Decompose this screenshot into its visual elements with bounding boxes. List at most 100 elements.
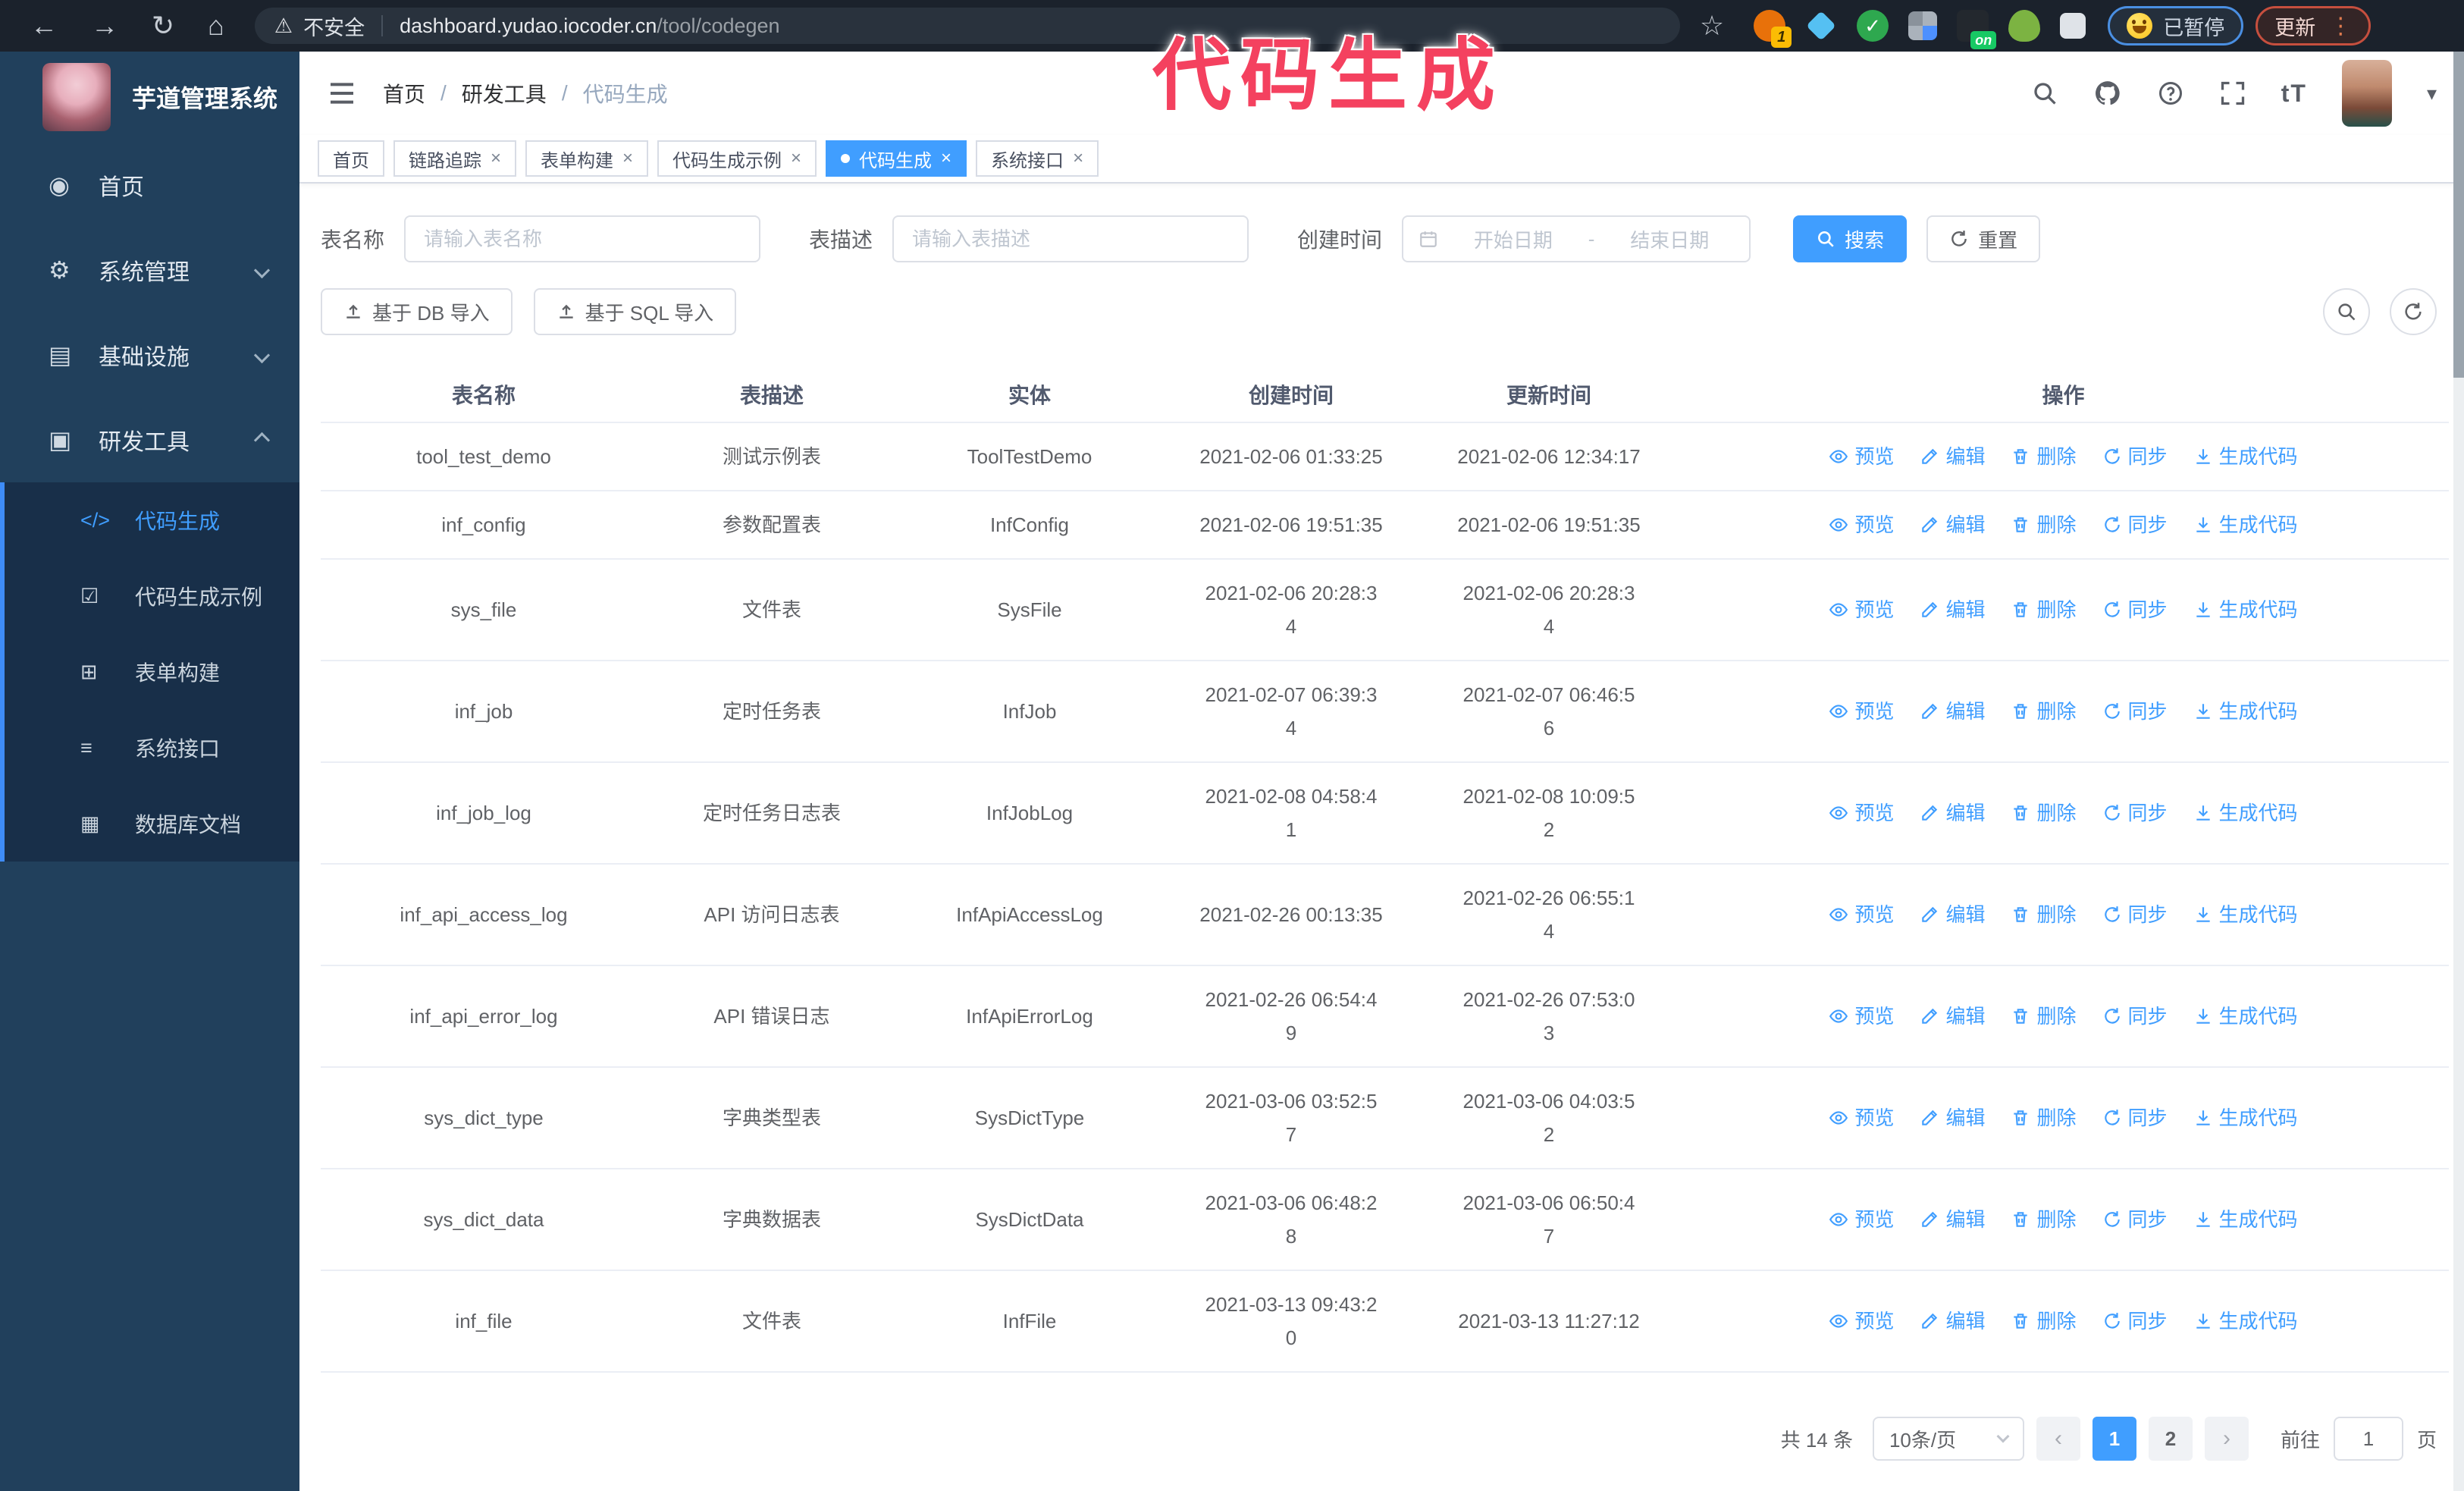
edit-action[interactable]: 编辑: [1920, 695, 1985, 728]
generate-code-action[interactable]: 生成代码: [2193, 1000, 2298, 1033]
reset-button[interactable]: 重置: [1926, 215, 2041, 262]
extension-diamond-icon[interactable]: [1805, 10, 1837, 42]
tag-system-api[interactable]: 系统接口 ×: [976, 140, 1099, 177]
breadcrumb-dev-tools[interactable]: 研发工具: [462, 78, 547, 108]
edit-action[interactable]: 编辑: [1920, 796, 1985, 830]
forward-icon[interactable]: →: [91, 10, 118, 42]
sidebar-subitem-form-builder[interactable]: ⊞ 表单构建: [5, 634, 299, 710]
browser-menu-dots-icon[interactable]: ⋮: [2329, 13, 2352, 39]
delete-action[interactable]: 删除: [2011, 1203, 2077, 1236]
extension-green-icon[interactable]: [2008, 10, 2041, 42]
sync-action[interactable]: 同步: [2102, 593, 2168, 626]
close-icon[interactable]: ×: [622, 148, 633, 169]
sidebar-subitem-database-doc[interactable]: ▦ 数据库文档: [5, 786, 299, 862]
preview-action[interactable]: 预览: [1829, 1000, 1894, 1033]
user-avatar[interactable]: [2341, 60, 2392, 127]
preview-action[interactable]: 预览: [1829, 695, 1894, 728]
prev-page-button[interactable]: ‹: [2036, 1417, 2080, 1461]
sidebar-subitem-system-api[interactable]: ≡ 系统接口: [5, 710, 299, 786]
next-page-button[interactable]: ›: [2204, 1417, 2249, 1461]
goto-page-input[interactable]: [2333, 1417, 2403, 1461]
bookmark-star-icon[interactable]: ☆: [1700, 10, 1724, 42]
fullscreen-icon[interactable]: [2219, 80, 2246, 107]
extension-orange-icon[interactable]: 1: [1754, 10, 1792, 48]
text-size-icon[interactable]: tT: [2281, 80, 2307, 108]
delete-action[interactable]: 删除: [2011, 796, 2077, 830]
sidebar-logo[interactable]: 芋道管理系统: [0, 52, 299, 143]
preview-action[interactable]: 预览: [1829, 1101, 1894, 1135]
preview-action[interactable]: 预览: [1829, 440, 1894, 473]
tag-code-generation[interactable]: 代码生成 ×: [826, 140, 967, 177]
sync-action[interactable]: 同步: [2102, 1000, 2168, 1033]
reload-icon[interactable]: ↻: [152, 10, 174, 42]
profile-paused-button[interactable]: 已暂停: [2108, 6, 2244, 46]
close-icon[interactable]: ×: [491, 148, 501, 169]
help-icon[interactable]: [2157, 80, 2184, 107]
search-button[interactable]: 搜索: [1793, 215, 1908, 262]
page-size-select[interactable]: 10条/页: [1872, 1417, 2024, 1461]
sync-action[interactable]: 同步: [2102, 898, 2168, 931]
breadcrumb-home[interactable]: 首页: [383, 78, 425, 108]
preview-action[interactable]: 预览: [1829, 508, 1894, 541]
sync-action[interactable]: 同步: [2102, 1203, 2168, 1236]
tag-trace[interactable]: 链路追踪 ×: [393, 140, 517, 177]
close-icon[interactable]: ×: [1073, 148, 1083, 169]
delete-action[interactable]: 删除: [2011, 898, 2077, 931]
close-icon[interactable]: ×: [791, 148, 801, 169]
end-date-placeholder[interactable]: 结束日期: [1605, 225, 1734, 253]
generate-code-action[interactable]: 生成代码: [2193, 1203, 2298, 1236]
sidebar-item-system-management[interactable]: ⚙ 系统管理: [0, 228, 299, 312]
generate-code-action[interactable]: 生成代码: [2193, 508, 2298, 541]
preview-action[interactable]: 预览: [1829, 593, 1894, 626]
avatar-caret-down-icon[interactable]: ▾: [2427, 82, 2437, 105]
import-sql-button[interactable]: 基于 SQL 导入: [533, 288, 737, 335]
extension-grid-icon[interactable]: [1908, 11, 1938, 40]
sidebar-subitem-codegen-example[interactable]: ☑ 代码生成示例: [5, 558, 299, 634]
edit-action[interactable]: 编辑: [1920, 440, 1985, 473]
edit-action[interactable]: 编辑: [1920, 508, 1985, 541]
address-bar[interactable]: ⚠ 不安全 dashboard.yudao.iocoder.cn/tool/co…: [254, 8, 1680, 44]
tag-form-builder[interactable]: 表单构建 ×: [525, 140, 649, 177]
table-name-input[interactable]: [404, 215, 761, 262]
back-icon[interactable]: ←: [30, 10, 58, 42]
extension-check-icon[interactable]: ✓: [1857, 10, 1889, 42]
delete-action[interactable]: 删除: [2011, 1101, 2077, 1135]
generate-code-action[interactable]: 生成代码: [2193, 898, 2298, 931]
sync-action[interactable]: 同步: [2102, 1304, 2168, 1338]
generate-code-action[interactable]: 生成代码: [2193, 440, 2298, 473]
tag-codegen-example[interactable]: 代码生成示例 ×: [657, 140, 817, 177]
edit-action[interactable]: 编辑: [1920, 1101, 1985, 1135]
sync-action[interactable]: 同步: [2102, 695, 2168, 728]
import-db-button[interactable]: 基于 DB 导入: [321, 288, 513, 335]
sidebar-item-home[interactable]: ◉ 首页: [0, 143, 299, 228]
sync-action[interactable]: 同步: [2102, 440, 2168, 473]
extension-dark-icon[interactable]: on: [1957, 10, 1997, 49]
page-button-2[interactable]: 2: [2148, 1417, 2193, 1461]
table-desc-input[interactable]: [892, 215, 1249, 262]
refresh-table-button[interactable]: [2390, 288, 2437, 335]
browser-update-button[interactable]: 更新 ⋮: [2256, 6, 2372, 46]
search-icon[interactable]: [2031, 80, 2058, 107]
edit-action[interactable]: 编辑: [1920, 593, 1985, 626]
preview-action[interactable]: 预览: [1829, 1203, 1894, 1236]
generate-code-action[interactable]: 生成代码: [2193, 796, 2298, 830]
edit-action[interactable]: 编辑: [1920, 1203, 1985, 1236]
delete-action[interactable]: 删除: [2011, 1304, 2077, 1338]
tag-home[interactable]: 首页: [318, 140, 384, 177]
sync-action[interactable]: 同步: [2102, 1101, 2168, 1135]
github-icon[interactable]: [2093, 79, 2122, 108]
start-date-placeholder[interactable]: 开始日期: [1449, 225, 1578, 253]
preview-action[interactable]: 预览: [1829, 898, 1894, 931]
edit-action[interactable]: 编辑: [1920, 1304, 1985, 1338]
sidebar-item-dev-tools[interactable]: ▣ 研发工具: [0, 397, 299, 482]
date-range-picker[interactable]: 开始日期 - 结束日期: [1402, 215, 1751, 262]
sidebar-subitem-code-generation[interactable]: </> 代码生成: [5, 482, 299, 558]
toggle-search-button[interactable]: [2323, 288, 2370, 335]
sync-action[interactable]: 同步: [2102, 796, 2168, 830]
delete-action[interactable]: 删除: [2011, 1000, 2077, 1033]
edit-action[interactable]: 编辑: [1920, 1000, 1985, 1033]
delete-action[interactable]: 删除: [2011, 593, 2077, 626]
extensions-puzzle-icon[interactable]: [2060, 13, 2086, 39]
preview-action[interactable]: 预览: [1829, 796, 1894, 830]
sidebar-collapse-icon[interactable]: [327, 78, 357, 108]
